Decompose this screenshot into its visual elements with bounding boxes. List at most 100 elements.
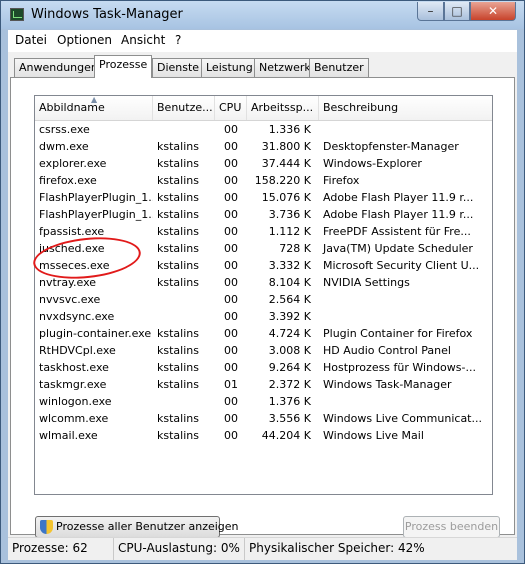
process-name: csrss.exe (39, 123, 90, 136)
process-row[interactable]: firefox.exe kstalins 00 158.220 K Firefox (35, 172, 492, 189)
menu-optionen[interactable]: Optionen (57, 33, 112, 47)
process-name: plugin-container.exe (39, 327, 152, 340)
sort-ascending-icon: ▲ (91, 95, 98, 104)
process-memory: 15.076 K (261, 191, 311, 204)
process-row[interactable]: wlmail.exe kstalins 00 44.204 K Windows Live… (35, 427, 492, 444)
process-row[interactable]: jusched.exe kstalins 00 728 K Java(TM) Updat… (35, 240, 492, 257)
status-processes: Prozesse: 62 (8, 538, 114, 560)
close-button[interactable]: ✕ (470, 2, 516, 21)
process-description: Windows Live Communicat... (323, 412, 482, 425)
process-memory: 2.372 K (268, 378, 311, 391)
column-benutzer[interactable]: Benutze... (153, 96, 215, 120)
process-name: msseces.exe (39, 259, 110, 272)
process-description (319, 121, 492, 138)
tab-netzwerk[interactable]: Netzwerk (254, 58, 316, 77)
process-description: FreePDF Assistent für Fre... (323, 225, 471, 238)
process-row[interactable]: explorer.exe kstalins 00 37.444 K Windows-Ex… (35, 155, 492, 172)
menu-datei[interactable]: Datei (15, 33, 47, 47)
process-name: wlmail.exe (39, 429, 98, 442)
client-area: Anwendungen Prozesse Dienste Leistung Ne… (8, 52, 517, 538)
process-user: kstalins (157, 276, 199, 289)
process-memory: 3.556 K (268, 412, 311, 425)
process-name: RtHDVCpl.exe (39, 344, 116, 357)
process-list[interactable]: Abbildname Benutze... CPU Arbeitssp... B… (34, 95, 493, 495)
process-cpu: 00 (224, 242, 238, 255)
window-title: Windows Task-Manager (31, 7, 183, 22)
process-description: Plugin Container for Firefox (323, 327, 473, 340)
process-cpu: 00 (224, 157, 238, 170)
process-user (153, 308, 215, 325)
process-row[interactable]: taskmgr.exe kstalins 01 2.372 K Windows Task… (35, 376, 492, 393)
tab-dienste[interactable]: Dienste (152, 58, 205, 77)
process-row[interactable]: FlashPlayerPlugin_1... kstalins 00 3.736 K A… (35, 206, 492, 223)
tab-leistung[interactable]: Leistung (201, 58, 258, 77)
process-row[interactable]: csrss.exe 00 1.336 K (35, 121, 492, 138)
process-description: Windows Task-Manager (323, 378, 452, 391)
process-name: firefox.exe (39, 174, 97, 187)
process-row[interactable]: FlashPlayerPlugin_1... kstalins 00 15.076 K… (35, 189, 492, 206)
column-beschreibung[interactable]: Beschreibung (319, 96, 492, 120)
title-bar[interactable]: Windows Task-Manager – □ ✕ (1, 1, 524, 29)
process-user: kstalins (157, 412, 199, 425)
process-cpu: 00 (224, 276, 238, 289)
process-user: kstalins (157, 140, 199, 153)
process-cpu: 00 (224, 395, 238, 408)
process-name: winlogon.exe (39, 395, 112, 408)
process-name: explorer.exe (39, 157, 107, 170)
process-row[interactable]: nvvsvc.exe 00 2.564 K (35, 291, 492, 308)
process-user: kstalins (157, 344, 199, 357)
process-description: Desktopfenster-Manager (323, 140, 459, 153)
process-description: Java(TM) Update Scheduler (323, 242, 473, 255)
menu-ansicht[interactable]: Ansicht (121, 33, 165, 47)
process-row[interactable]: winlogon.exe 00 1.376 K (35, 393, 492, 410)
list-header: Abbildname Benutze... CPU Arbeitssp... B… (35, 96, 492, 121)
process-memory: 31.800 K (261, 140, 311, 153)
process-memory: 158.220 K (254, 174, 311, 187)
process-memory: 3.736 K (268, 208, 311, 221)
process-row[interactable]: RtHDVCpl.exe kstalins 00 3.008 K HD Audio Co… (35, 342, 492, 359)
process-row[interactable]: plugin-container.exe kstalins 00 4.724 K Plu… (35, 325, 492, 342)
process-name: jusched.exe (39, 242, 105, 255)
process-row[interactable]: dwm.exe kstalins 00 31.800 K Desktopfenster-… (35, 138, 492, 155)
tab-anwendungen[interactable]: Anwendungen (14, 58, 103, 77)
process-name: wlcomm.exe (39, 412, 109, 425)
process-memory: 2.564 K (268, 293, 311, 306)
processes-panel: Abbildname Benutze... CPU Arbeitssp... B… (10, 77, 515, 538)
process-description: Hostprozess für Windows-... (323, 361, 476, 374)
process-memory: 3.332 K (268, 259, 311, 272)
maximize-button[interactable]: □ (444, 2, 470, 21)
process-cpu: 00 (224, 412, 238, 425)
process-cpu: 00 (224, 123, 238, 136)
process-row[interactable]: msseces.exe kstalins 00 3.332 K Microsoft Se… (35, 257, 492, 274)
process-row[interactable]: wlcomm.exe kstalins 00 3.556 K Windows Live … (35, 410, 492, 427)
column-cpu[interactable]: CPU (215, 96, 247, 120)
process-user: kstalins (157, 361, 199, 374)
process-cpu: 00 (224, 327, 238, 340)
process-description (319, 291, 492, 308)
process-description: Adobe Flash Player 11.9 r... (323, 208, 474, 221)
process-user (153, 291, 215, 308)
tab-prozesse[interactable]: Prozesse (94, 55, 153, 78)
process-cpu: 00 (224, 225, 238, 238)
process-row[interactable]: fpassist.exe kstalins 00 1.112 K FreePDF Ass… (35, 223, 492, 240)
process-memory: 1.112 K (268, 225, 311, 238)
process-row[interactable]: nvtray.exe kstalins 00 8.104 K NVIDIA Settin… (35, 274, 492, 291)
process-user: kstalins (157, 429, 199, 442)
process-name: FlashPlayerPlugin_1... (39, 208, 153, 221)
process-row[interactable]: taskhost.exe kstalins 00 9.264 K Hostprozess… (35, 359, 492, 376)
show-all-processes-button[interactable]: Prozesse aller Benutzer anzeigen (35, 516, 239, 538)
process-user: kstalins (157, 208, 199, 221)
menu-help[interactable]: ? (175, 33, 181, 47)
process-description: Windows Live Mail (323, 429, 424, 442)
process-description: Firefox (323, 174, 360, 187)
column-arbeitsspeicher[interactable]: Arbeitssp... (247, 96, 319, 120)
process-row[interactable]: nvxdsync.exe 00 3.392 K (35, 308, 492, 325)
tab-benutzer[interactable]: Benutzer (309, 58, 369, 77)
minimize-button[interactable]: – (417, 2, 444, 21)
process-user (153, 393, 215, 410)
uac-shield-icon (40, 520, 53, 534)
end-process-button[interactable]: Prozess beenden (403, 516, 500, 538)
process-cpu: 00 (224, 293, 238, 306)
process-memory: 3.008 K (268, 344, 311, 357)
process-memory: 4.724 K (268, 327, 311, 340)
